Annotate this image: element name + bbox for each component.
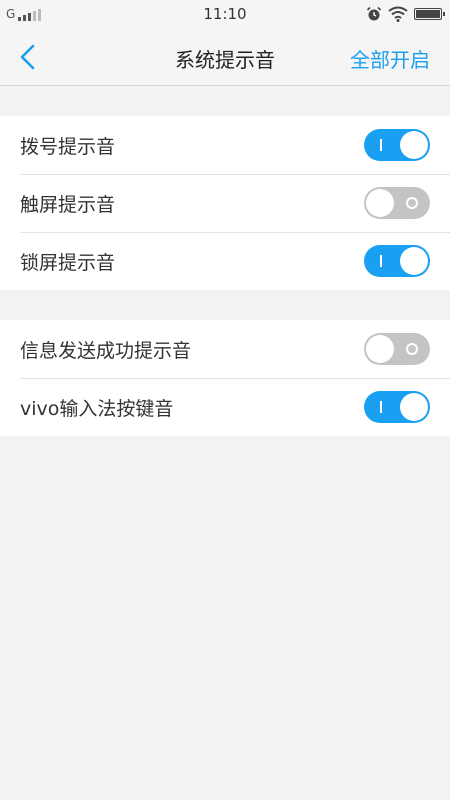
lock-sound-toggle[interactable]: [364, 245, 430, 277]
dial-sound-toggle[interactable]: [364, 129, 430, 161]
battery-icon: [414, 8, 445, 20]
settings-group-1: 拨号提示音 触屏提示音 锁屏提示音: [0, 116, 450, 290]
message-sent-sound-toggle[interactable]: [364, 333, 430, 365]
setting-row-dial-sound: 拨号提示音: [0, 116, 450, 174]
setting-label: 锁屏提示音: [20, 252, 116, 274]
setting-label: 拨号提示音: [20, 136, 116, 158]
touch-sound-toggle[interactable]: [364, 187, 430, 219]
setting-row-lock-sound: 锁屏提示音: [0, 232, 450, 290]
status-icons: [366, 6, 445, 22]
setting-label: 信息发送成功提示音: [20, 340, 192, 362]
enable-all-button[interactable]: 全部开启: [350, 44, 430, 73]
setting-label: vivo输入法按键音: [20, 398, 174, 420]
keyboard-sound-toggle[interactable]: [364, 391, 430, 423]
nav-bar: 系统提示音 全部开启: [0, 30, 450, 86]
wifi-icon: [388, 6, 408, 22]
settings-group-2: 信息发送成功提示音 vivo输入法按键音: [0, 320, 450, 436]
setting-row-touch-sound: 触屏提示音: [0, 174, 450, 232]
setting-row-message-sent-sound: 信息发送成功提示音: [0, 320, 450, 378]
setting-label: 触屏提示音: [20, 194, 116, 216]
setting-row-keyboard-sound: vivo输入法按键音: [0, 378, 450, 436]
status-bar: G 11:10: [0, 0, 450, 30]
alarm-icon: [366, 6, 382, 21]
